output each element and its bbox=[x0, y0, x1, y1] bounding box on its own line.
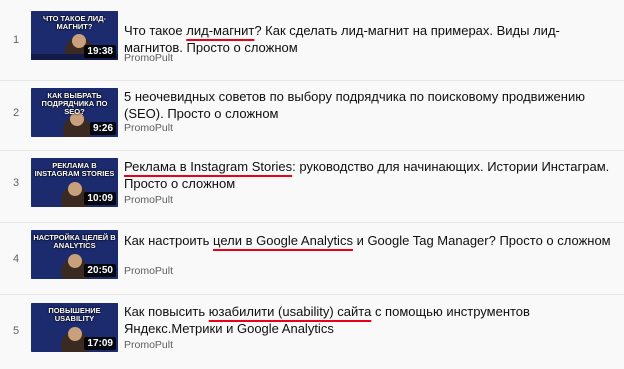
title-highlight: юзабилити (usability) сайта bbox=[208, 304, 372, 319]
title-text: и Google Tag Manager? Просто о сложном bbox=[352, 233, 611, 248]
video-title[interactable]: Реклама в Instagram Stories: руководство… bbox=[124, 158, 614, 192]
duration-badge: 10:09 bbox=[84, 192, 116, 205]
row-index: 1 bbox=[13, 34, 20, 46]
title-text: Как повысить bbox=[124, 304, 209, 319]
video-title[interactable]: Как повысить юзабилити (usability) сайта… bbox=[124, 303, 614, 337]
duration-badge: 17:09 bbox=[84, 337, 116, 350]
channel-name[interactable]: PromoPult bbox=[124, 339, 173, 351]
playlist: 1 ЧТО ТАКОЕ ЛИД-МАГНИТ? 19:38 Что такое … bbox=[0, 0, 624, 369]
thumbnail-caption: КАК ВЫБРАТЬ ПОДРЯДЧИКА ПО SEO? bbox=[41, 91, 108, 116]
playlist-row[interactable]: 5 ПОВЫШЕНИЕ USABILITY 17:09 Как повысить… bbox=[0, 294, 624, 355]
row-index: 5 bbox=[13, 325, 20, 337]
title-text: 5 неочевидных советов по выбору подрядчи… bbox=[124, 89, 585, 121]
title-highlight: цели в Google Analytics bbox=[213, 233, 353, 248]
channel-name[interactable]: PromoPult bbox=[124, 265, 173, 277]
video-thumbnail[interactable]: ПОВЫШЕНИЕ USABILITY 17:09 bbox=[31, 303, 118, 352]
duration-badge: 9:26 bbox=[89, 122, 116, 135]
video-thumbnail[interactable]: ЧТО ТАКОЕ ЛИД-МАГНИТ? 19:38 bbox=[31, 11, 118, 60]
title-text: Что такое bbox=[124, 23, 187, 38]
thumbnail-caption: НАСТРОЙКА ЦЕЛЕЙ В ANALYTICS bbox=[33, 233, 116, 250]
row-index: 4 bbox=[13, 253, 20, 265]
channel-name[interactable]: PromoPult bbox=[124, 122, 173, 134]
video-title[interactable]: Как настроить цели в Google Analytics и … bbox=[124, 232, 614, 249]
thumbnail-caption: РЕКЛАМА В INSTAGRAM STORIES bbox=[34, 161, 115, 178]
row-index: 2 bbox=[13, 107, 20, 119]
row-index: 3 bbox=[13, 177, 20, 189]
playlist-row[interactable]: 4 НАСТРОЙКА ЦЕЛЕЙ В ANALYTICS 20:50 Как … bbox=[0, 222, 624, 283]
video-thumbnail[interactable]: РЕКЛАМА В INSTAGRAM STORIES 10:09 bbox=[31, 158, 118, 207]
duration-badge: 20:50 bbox=[84, 264, 116, 277]
thumbnail-caption: ПОВЫШЕНИЕ USABILITY bbox=[48, 306, 101, 323]
channel-name[interactable]: PromoPult bbox=[124, 194, 173, 206]
title-text: Как настроить bbox=[124, 233, 214, 248]
video-thumbnail[interactable]: КАК ВЫБРАТЬ ПОДРЯДЧИКА ПО SEO? 9:26 bbox=[31, 88, 118, 137]
video-title[interactable]: Что такое лид-магнит? Как сделать лид-ма… bbox=[124, 22, 614, 56]
video-title[interactable]: 5 неочевидных советов по выбору подрядчи… bbox=[124, 88, 614, 122]
title-highlight: Реклама в Instagram Stories bbox=[124, 159, 293, 174]
title-highlight: лид-магнит bbox=[186, 23, 255, 38]
playlist-row[interactable]: 3 РЕКЛАМА В INSTAGRAM STORIES 10:09 Рекл… bbox=[0, 150, 624, 211]
channel-name[interactable]: PromoPult bbox=[124, 52, 173, 64]
video-thumbnail[interactable]: НАСТРОЙКА ЦЕЛЕЙ В ANALYTICS 20:50 bbox=[31, 230, 118, 279]
thumbnail-caption: ЧТО ТАКОЕ ЛИД-МАГНИТ? bbox=[42, 14, 107, 31]
duration-badge: 19:38 bbox=[84, 45, 116, 58]
playlist-row[interactable]: 1 ЧТО ТАКОЕ ЛИД-МАГНИТ? 19:38 Что такое … bbox=[0, 8, 624, 69]
playlist-row[interactable]: 2 КАК ВЫБРАТЬ ПОДРЯДЧИКА ПО SEO? 9:26 5 … bbox=[0, 80, 624, 141]
